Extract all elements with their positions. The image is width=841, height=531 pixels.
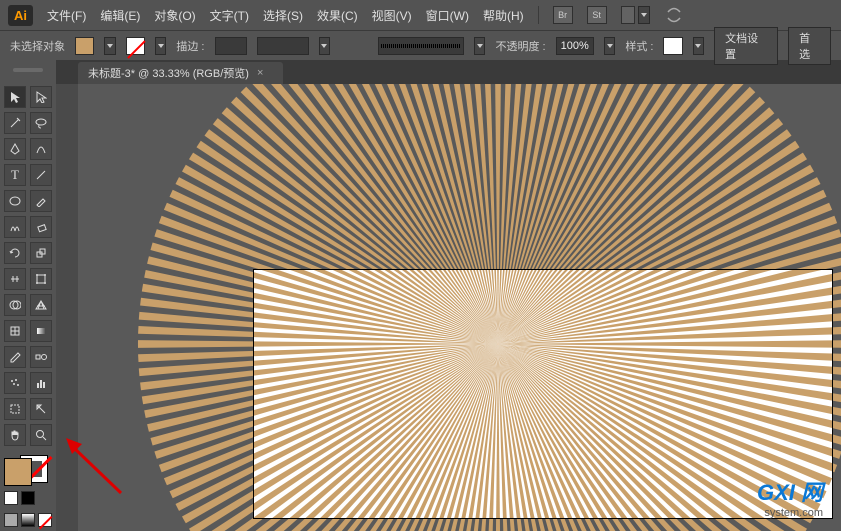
magic-wand-tool[interactable] bbox=[4, 112, 26, 134]
stroke-dropdown[interactable] bbox=[155, 37, 167, 55]
stroke-profile-field[interactable] bbox=[257, 37, 309, 55]
tool-panel: T bbox=[0, 60, 56, 531]
slice-tool[interactable] bbox=[30, 398, 52, 420]
menu-type[interactable]: 文字(T) bbox=[210, 7, 249, 24]
sync-icon[interactable] bbox=[664, 6, 684, 24]
lasso-tool[interactable] bbox=[30, 112, 52, 134]
fill-stroke-indicator[interactable] bbox=[4, 458, 48, 483]
style-swatch[interactable] bbox=[663, 37, 682, 55]
stock-icon[interactable]: St bbox=[587, 6, 607, 24]
document-tab[interactable]: 未标题-3* @ 33.33% (RGB/预览) × bbox=[78, 62, 283, 84]
stroke-swatch[interactable] bbox=[126, 37, 145, 55]
app-logo: Ai bbox=[8, 5, 33, 26]
column-graph-tool[interactable] bbox=[30, 372, 52, 394]
ellipse-tool[interactable] bbox=[4, 190, 26, 212]
fill-dropdown[interactable] bbox=[104, 37, 116, 55]
brush-preview[interactable] bbox=[378, 37, 464, 55]
menu-view[interactable]: 视图(V) bbox=[372, 7, 412, 24]
menu-effect[interactable]: 效果(C) bbox=[317, 7, 358, 24]
menu-help[interactable]: 帮助(H) bbox=[483, 7, 524, 24]
style-dropdown[interactable] bbox=[693, 37, 705, 55]
direct-selection-tool[interactable] bbox=[30, 86, 52, 108]
hand-tool[interactable] bbox=[4, 424, 26, 446]
eraser-tool[interactable] bbox=[30, 216, 52, 238]
zoom-tool[interactable] bbox=[30, 424, 52, 446]
menu-select[interactable]: 选择(S) bbox=[263, 7, 303, 24]
opacity-label: 不透明度 : bbox=[495, 38, 545, 54]
artboard-tool[interactable] bbox=[4, 398, 26, 420]
shaper-tool[interactable] bbox=[4, 216, 26, 238]
selection-status: 未选择对象 bbox=[10, 38, 65, 54]
width-tool[interactable] bbox=[4, 268, 26, 290]
shape-builder-tool[interactable] bbox=[4, 294, 26, 316]
canvas[interactable] bbox=[78, 84, 841, 531]
opacity-dropdown[interactable] bbox=[604, 37, 616, 55]
stroke-weight-field[interactable] bbox=[215, 37, 248, 55]
curvature-tool[interactable] bbox=[30, 138, 52, 160]
doc-setup-button[interactable]: 文档设置 bbox=[714, 27, 778, 65]
panel-grip-icon[interactable] bbox=[13, 68, 43, 72]
prefs-button[interactable]: 首选 bbox=[788, 27, 831, 65]
tab-title: 未标题-3* @ 33.33% (RGB/预览) bbox=[88, 65, 249, 81]
gradient-mode-icon[interactable] bbox=[21, 513, 35, 527]
menu-edit[interactable]: 编辑(E) bbox=[100, 7, 140, 24]
tab-close-icon[interactable]: × bbox=[257, 67, 263, 79]
brush-dropdown[interactable] bbox=[474, 37, 486, 55]
bridge-icon[interactable]: Br bbox=[553, 6, 573, 24]
type-tool[interactable]: T bbox=[4, 164, 26, 186]
fill-color-icon[interactable] bbox=[4, 458, 32, 486]
fill-swatch[interactable] bbox=[75, 37, 94, 55]
menu-window[interactable]: 窗口(W) bbox=[426, 7, 469, 24]
default-colors-icon[interactable] bbox=[4, 491, 18, 505]
stroke-profile-dropdown[interactable] bbox=[319, 37, 331, 55]
rotate-tool[interactable] bbox=[4, 242, 26, 264]
artwork-radial-fan bbox=[128, 84, 841, 531]
scale-tool[interactable] bbox=[30, 242, 52, 264]
free-transform-tool[interactable] bbox=[30, 268, 52, 290]
stroke-label: 描边 : bbox=[176, 38, 204, 54]
mesh-tool[interactable] bbox=[4, 320, 26, 342]
arrange-toggle[interactable] bbox=[621, 6, 650, 24]
swap-colors-icon[interactable] bbox=[21, 491, 35, 505]
options-bar: 未选择对象 描边 : 不透明度 : 100% 样式 : 文档设置 首选 bbox=[0, 30, 841, 60]
style-label: 样式 : bbox=[625, 38, 653, 54]
paintbrush-tool[interactable] bbox=[30, 190, 52, 212]
none-mode-icon[interactable] bbox=[38, 513, 52, 527]
color-mode-icon[interactable] bbox=[4, 513, 18, 527]
selection-tool[interactable] bbox=[4, 86, 26, 108]
separator bbox=[538, 6, 539, 24]
menu-bar: Ai 文件(F) 编辑(E) 对象(O) 文字(T) 选择(S) 效果(C) 视… bbox=[0, 0, 841, 30]
gradient-tool[interactable] bbox=[30, 320, 52, 342]
opacity-field[interactable]: 100% bbox=[556, 37, 594, 55]
pen-tool[interactable] bbox=[4, 138, 26, 160]
eyedropper-tool[interactable] bbox=[4, 346, 26, 368]
blend-tool[interactable] bbox=[30, 346, 52, 368]
line-tool[interactable] bbox=[30, 164, 52, 186]
menu-file[interactable]: 文件(F) bbox=[47, 7, 86, 24]
perspective-grid-tool[interactable] bbox=[30, 294, 52, 316]
symbol-sprayer-tool[interactable] bbox=[4, 372, 26, 394]
menu-object[interactable]: 对象(O) bbox=[154, 7, 195, 24]
